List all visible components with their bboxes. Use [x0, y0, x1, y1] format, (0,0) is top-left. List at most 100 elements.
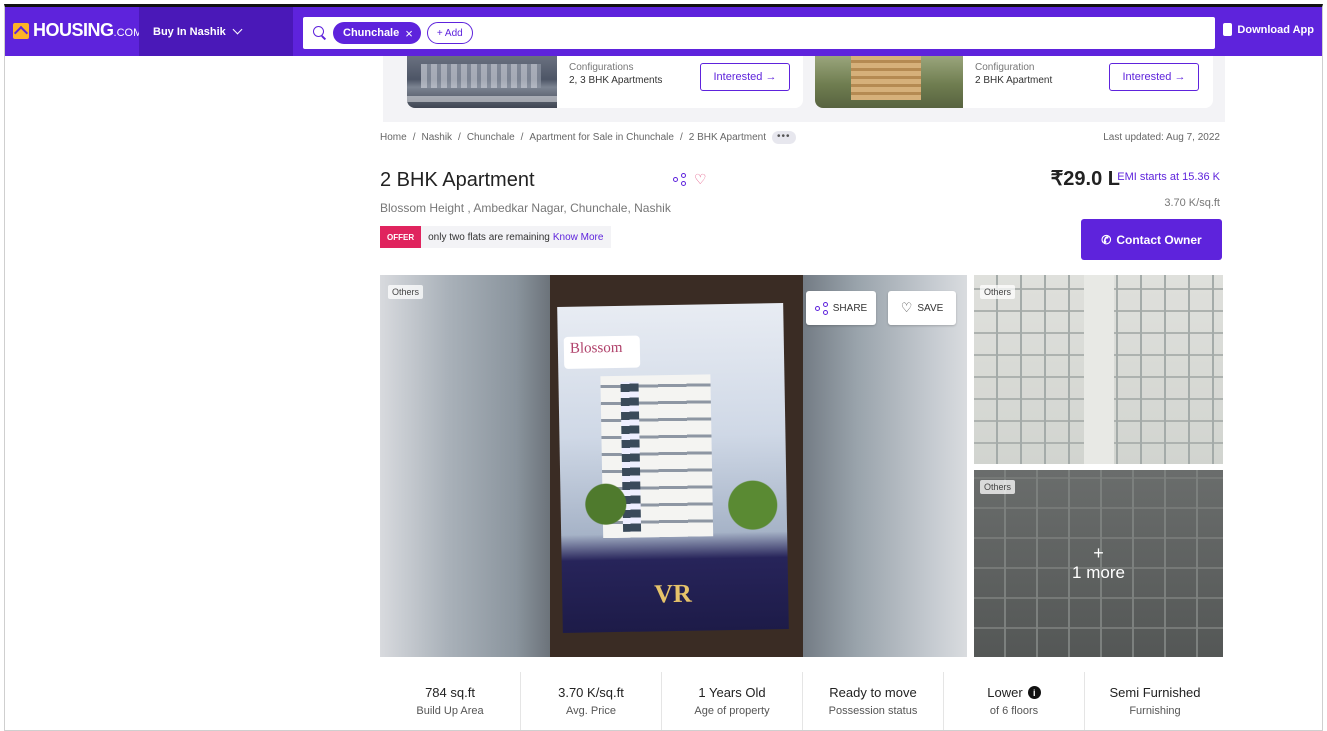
stat-value: Semi Furnished [1109, 685, 1201, 700]
breadcrumb-separator: / [412, 132, 416, 143]
stat-value: 1 Years Old [698, 685, 766, 700]
close-icon[interactable]: × [405, 26, 413, 41]
stat-label: Age of property [694, 705, 770, 717]
share-icon[interactable] [673, 173, 686, 186]
property-stats: 784 sq.ft Build Up Area 3.70 K/sq.ft Avg… [380, 672, 1225, 730]
housing-logo-icon [13, 22, 29, 39]
gallery-main-image[interactable]: Blossom VR Others SHARE ♡ SAVE [380, 275, 967, 657]
property-price: ₹29.0 L [1050, 168, 1120, 190]
share-icon [814, 301, 828, 315]
breadcrumb-separator: / [520, 132, 524, 143]
breadcrumb-separator: / [458, 132, 461, 143]
share-button[interactable]: SHARE [806, 291, 876, 325]
top-nav-bar: HOUSING.COM Buy In Nashik Chunchale × + … [5, 7, 1322, 56]
breadcrumb: Home / Nashik / Chunchale / Apartment fo… [380, 131, 796, 144]
stat-label: Possession status [828, 705, 918, 717]
add-locality-button[interactable]: + Add [426, 22, 473, 44]
breadcrumb-item-apartment-for-sale[interactable]: Apartment for Sale in Chunchale [529, 132, 674, 143]
stat-avg-price: 3.70 K/sq.ft Avg. Price [521, 672, 662, 730]
more-photos-label: 1 more [1072, 562, 1125, 582]
download-app-label: Download App [1237, 23, 1314, 36]
housing-logo[interactable]: HOUSING.COM [13, 20, 142, 41]
page-title: 2 BHK Apartment [380, 169, 535, 191]
view-more-photos-button[interactable]: + 1 more [974, 470, 1223, 657]
search-bar[interactable]: Chunchale × + Add [303, 17, 1215, 49]
contact-owner-button[interactable]: ✆ Contact Owner [1081, 219, 1222, 260]
gallery-thumbnail[interactable]: Others + 1 more [974, 470, 1223, 657]
phone-icon [1223, 23, 1233, 36]
project-config-value: 2, 3 BHK Apartments [569, 75, 663, 86]
interested-button[interactable]: Interested → [1109, 63, 1199, 91]
info-icon[interactable]: i [1027, 686, 1041, 699]
stat-label: of 6 floors [989, 705, 1039, 717]
project-config-label: Configurations [569, 62, 634, 73]
city-selector-label: Buy In Nashik [153, 25, 226, 38]
project-config-label: Configuration [975, 62, 1035, 73]
price-per-sqft: 3.70 K/sq.ft [1164, 197, 1220, 209]
blurred-background [797, 275, 967, 657]
stat-floor: Lower i of 6 floors [944, 672, 1085, 730]
brochure-image: Blossom VR [557, 303, 789, 633]
title-actions: ♡ [673, 172, 707, 186]
stat-label: Build Up Area [416, 705, 484, 717]
chevron-down-icon [232, 24, 243, 35]
stat-value: 784 sq.ft [425, 685, 475, 700]
offer-badge: OFFER [380, 226, 422, 248]
stat-age-of-property: 1 Years Old Age of property [662, 672, 803, 730]
stat-value: Ready to move [829, 685, 917, 700]
property-address: Blossom Height , Ambedkar Nagar, Chuncha… [380, 201, 671, 215]
blurred-background [380, 275, 550, 657]
stat-label: Avg. Price [566, 705, 616, 717]
contact-owner-label: Contact Owner [1116, 232, 1202, 247]
trees-illustration [560, 473, 788, 547]
emi-link[interactable]: EMI starts at 15.36 K [1117, 171, 1220, 183]
search-icon [313, 26, 327, 40]
stat-build-up-area: 784 sq.ft Build Up Area [380, 672, 521, 730]
offer-text: only two flats are remaining [428, 231, 550, 243]
breadcrumb-item-nashik[interactable]: Nashik [421, 132, 452, 143]
browser-viewport: HOUSING.COM Buy In Nashik Chunchale × + … [4, 4, 1323, 731]
interested-button[interactable]: Interested → [700, 63, 790, 91]
project-info: Configurations 2, 3 BHK Apartments [569, 62, 662, 86]
last-updated-text: Last updated: Aug 7, 2022 [1103, 132, 1220, 143]
stat-label: Furnishing [1129, 705, 1181, 717]
search-chip-chunchale[interactable]: Chunchale × [333, 22, 421, 44]
breadcrumb-item-home[interactable]: Home [380, 132, 407, 143]
know-more-link[interactable]: Know More [553, 232, 604, 243]
stat-value: Lower i [987, 685, 1041, 700]
stat-furnishing: Semi Furnished Furnishing [1085, 672, 1225, 730]
breadcrumb-separator: / [679, 132, 683, 143]
emi-value: 15.36 K [1182, 171, 1220, 183]
download-app-button[interactable]: Download App [1223, 23, 1314, 36]
stat-possession-status: Ready to move Possession status [803, 672, 944, 730]
emi-prefix: EMI starts at [1117, 171, 1180, 183]
image-tag: Others [980, 285, 1016, 299]
offer-banner: OFFER only two flats are remaining Know … [380, 226, 612, 248]
save-button[interactable]: ♡ SAVE [888, 291, 956, 325]
logo-text: HOUSING [33, 20, 114, 40]
breadcrumb-item-current: 2 BHK Apartment [688, 132, 766, 143]
brochure-photo: Blossom VR [550, 275, 803, 657]
project-image [407, 56, 557, 108]
logo-suffix: .COM [113, 27, 143, 39]
heart-icon[interactable]: ♡ [694, 172, 707, 186]
similar-projects-strip: Configurations 2, 3 BHK Apartments Inter… [383, 56, 1225, 122]
project-image [815, 56, 963, 108]
phone-call-icon: ✆ [1101, 232, 1112, 247]
heart-icon: ♡ [900, 300, 913, 315]
share-label: SHARE [832, 302, 868, 314]
breadcrumb-more-button[interactable]: ••• [772, 131, 796, 144]
similar-project-card[interactable]: Configurations 2, 3 BHK Apartments Inter… [407, 56, 803, 108]
breadcrumb-item-chunchale[interactable]: Chunchale [467, 132, 515, 143]
brochure-logo: Blossom [563, 335, 641, 369]
stat-value: 3.70 K/sq.ft [558, 685, 624, 700]
project-info: Configuration 2 BHK Apartment [975, 62, 1052, 86]
save-label: SAVE [917, 302, 944, 314]
plus-icon: + [1093, 542, 1104, 563]
brochure-brand-logo: VR [653, 578, 693, 609]
similar-project-card[interactable]: Configuration 2 BHK Apartment Interested… [815, 56, 1213, 108]
gallery-thumbnail[interactable]: Others [974, 275, 1223, 464]
search-chip-label: Chunchale [343, 27, 400, 39]
city-selector-button[interactable]: Buy In Nashik [139, 7, 293, 56]
floor-plan-image [974, 275, 1223, 464]
